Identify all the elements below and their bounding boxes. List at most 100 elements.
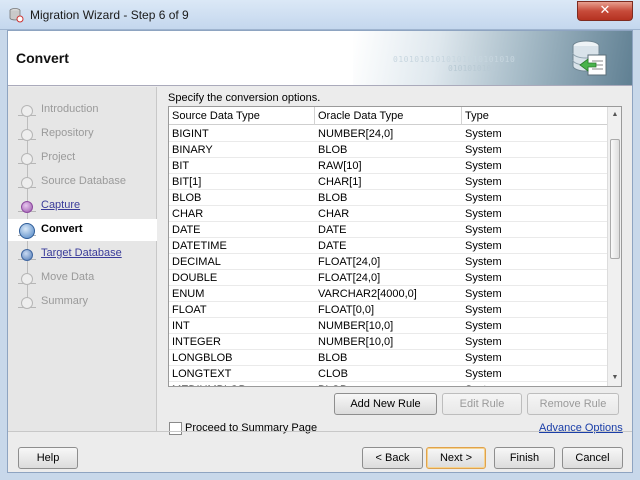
oracle-type-cell[interactable]: BLOB: [315, 142, 462, 158]
source-type-cell[interactable]: BINARY: [169, 142, 315, 158]
table-row[interactable]: BIGINT NUMBER[24,0] System: [169, 126, 607, 142]
oracle-type-cell[interactable]: BLOB: [315, 382, 462, 386]
source-type-cell[interactable]: INT: [169, 318, 315, 334]
table-row[interactable]: BIT[1] CHAR[1] System: [169, 174, 607, 190]
oracle-type-cell[interactable]: FLOAT[24,0]: [315, 270, 462, 286]
oracle-type-cell[interactable]: FLOAT[0,0]: [315, 302, 462, 318]
scroll-up-arrow-icon[interactable]: ▲: [608, 107, 621, 123]
proceed-to-summary-checkbox[interactable]: [169, 422, 182, 435]
column-header-type[interactable]: Type: [462, 107, 607, 125]
column-header-oracle-type[interactable]: Oracle Data Type: [315, 107, 462, 125]
type-cell[interactable]: System: [462, 270, 607, 286]
oracle-type-cell[interactable]: NUMBER[10,0]: [315, 334, 462, 350]
type-cell[interactable]: System: [462, 190, 607, 206]
source-type-cell[interactable]: LONGTEXT: [169, 366, 315, 382]
wizard-step-nav: Introduction Repository Project Source Data…: [8, 87, 157, 431]
table-row[interactable]: INTEGER NUMBER[10,0] System: [169, 334, 607, 350]
source-type-cell[interactable]: DECIMAL: [169, 254, 315, 270]
table-vertical-scrollbar[interactable]: ▲ ▼: [607, 107, 621, 386]
oracle-type-cell[interactable]: CHAR[1]: [315, 174, 462, 190]
oracle-type-cell[interactable]: CHAR: [315, 206, 462, 222]
nav-step-label: Move Data: [41, 271, 95, 283]
table-row[interactable]: FLOAT FLOAT[0,0] System: [169, 302, 607, 318]
table-row[interactable]: DOUBLE FLOAT[24,0] System: [169, 270, 607, 286]
column-header-source-type[interactable]: Source Data Type: [169, 107, 315, 125]
step-node-icon: [21, 273, 33, 285]
nav-step-convert[interactable]: Convert: [8, 219, 157, 241]
type-cell[interactable]: System: [462, 350, 607, 366]
table-row[interactable]: INT NUMBER[10,0] System: [169, 318, 607, 334]
source-type-cell[interactable]: ENUM: [169, 286, 315, 302]
scroll-thumb[interactable]: [610, 139, 620, 259]
wizard-client: Convert 01010101010101010101010 01010101…: [7, 30, 633, 473]
source-type-cell[interactable]: CHAR: [169, 206, 315, 222]
type-cell[interactable]: System: [462, 238, 607, 254]
table-row[interactable]: BLOB BLOB System: [169, 190, 607, 206]
type-cell[interactable]: System: [462, 286, 607, 302]
oracle-type-cell[interactable]: BLOB: [315, 190, 462, 206]
table-row[interactable]: LONGBLOB BLOB System: [169, 350, 607, 366]
source-type-cell[interactable]: DATETIME: [169, 238, 315, 254]
table-row[interactable]: CHAR CHAR System: [169, 206, 607, 222]
oracle-type-cell[interactable]: BLOB: [315, 350, 462, 366]
remove-rule-button[interactable]: Remove Rule: [527, 393, 619, 415]
oracle-type-cell[interactable]: RAW[10]: [315, 158, 462, 174]
type-cell[interactable]: System: [462, 158, 607, 174]
oracle-type-cell[interactable]: FLOAT[24,0]: [315, 254, 462, 270]
type-cell[interactable]: System: [462, 302, 607, 318]
source-type-cell[interactable]: BIT[1]: [169, 174, 315, 190]
oracle-type-cell[interactable]: DATE: [315, 222, 462, 238]
table-row[interactable]: DATETIME DATE System: [169, 238, 607, 254]
nav-step-label[interactable]: Target Database: [41, 247, 122, 259]
nav-step-target-database[interactable]: Target Database: [8, 243, 157, 265]
finish-button[interactable]: Finish: [494, 447, 555, 469]
source-type-cell[interactable]: BIT: [169, 158, 315, 174]
next-button[interactable]: Next >: [426, 447, 486, 469]
nav-step-capture[interactable]: Capture: [8, 195, 157, 217]
cancel-button[interactable]: Cancel: [562, 447, 623, 469]
nav-step-label[interactable]: Capture: [41, 199, 80, 211]
type-cell[interactable]: System: [462, 318, 607, 334]
type-cell[interactable]: System: [462, 382, 607, 386]
advance-options-link[interactable]: Advance Options: [539, 422, 623, 434]
type-cell[interactable]: System: [462, 366, 607, 382]
table-row[interactable]: DATE DATE System: [169, 222, 607, 238]
oracle-type-cell[interactable]: CLOB: [315, 366, 462, 382]
type-cell[interactable]: System: [462, 142, 607, 158]
source-type-cell[interactable]: FLOAT: [169, 302, 315, 318]
source-type-cell[interactable]: MEDIUMBLOB: [169, 382, 315, 386]
back-button[interactable]: < Back: [362, 447, 423, 469]
help-button[interactable]: Help: [18, 447, 78, 469]
page-title: Convert: [16, 50, 69, 66]
type-cell[interactable]: System: [462, 206, 607, 222]
table-row[interactable]: BIT RAW[10] System: [169, 158, 607, 174]
oracle-type-cell[interactable]: VARCHAR2[4000,0]: [315, 286, 462, 302]
oracle-type-cell[interactable]: DATE: [315, 238, 462, 254]
type-cell[interactable]: System: [462, 126, 607, 142]
table-row[interactable]: BINARY BLOB System: [169, 142, 607, 158]
table-row[interactable]: LONGTEXT CLOB System: [169, 366, 607, 382]
add-new-rule-button[interactable]: Add New Rule: [334, 393, 437, 415]
oracle-type-cell[interactable]: NUMBER[10,0]: [315, 318, 462, 334]
source-type-cell[interactable]: LONGBLOB: [169, 350, 315, 366]
table-row[interactable]: DECIMAL FLOAT[24,0] System: [169, 254, 607, 270]
source-type-cell[interactable]: DOUBLE: [169, 270, 315, 286]
oracle-type-cell[interactable]: NUMBER[24,0]: [315, 126, 462, 142]
nav-step-label[interactable]: Convert: [41, 223, 83, 235]
proceed-to-summary-label[interactable]: Proceed to Summary Page: [185, 422, 317, 434]
table-row[interactable]: ENUM VARCHAR2[4000,0] System: [169, 286, 607, 302]
conversion-rules-table: Source Data Type Oracle Data Type Type B…: [168, 106, 622, 387]
window-close-button[interactable]: ✕: [577, 1, 633, 21]
edit-rule-button[interactable]: Edit Rule: [442, 393, 522, 415]
scroll-down-arrow-icon[interactable]: ▼: [608, 370, 621, 386]
nav-step-project: Project: [8, 147, 157, 169]
type-cell[interactable]: System: [462, 254, 607, 270]
type-cell[interactable]: System: [462, 334, 607, 350]
source-type-cell[interactable]: DATE: [169, 222, 315, 238]
table-row[interactable]: MEDIUMBLOBBLOBSystem: [169, 382, 607, 386]
source-type-cell[interactable]: BIGINT: [169, 126, 315, 142]
source-type-cell[interactable]: BLOB: [169, 190, 315, 206]
type-cell[interactable]: System: [462, 174, 607, 190]
type-cell[interactable]: System: [462, 222, 607, 238]
source-type-cell[interactable]: INTEGER: [169, 334, 315, 350]
